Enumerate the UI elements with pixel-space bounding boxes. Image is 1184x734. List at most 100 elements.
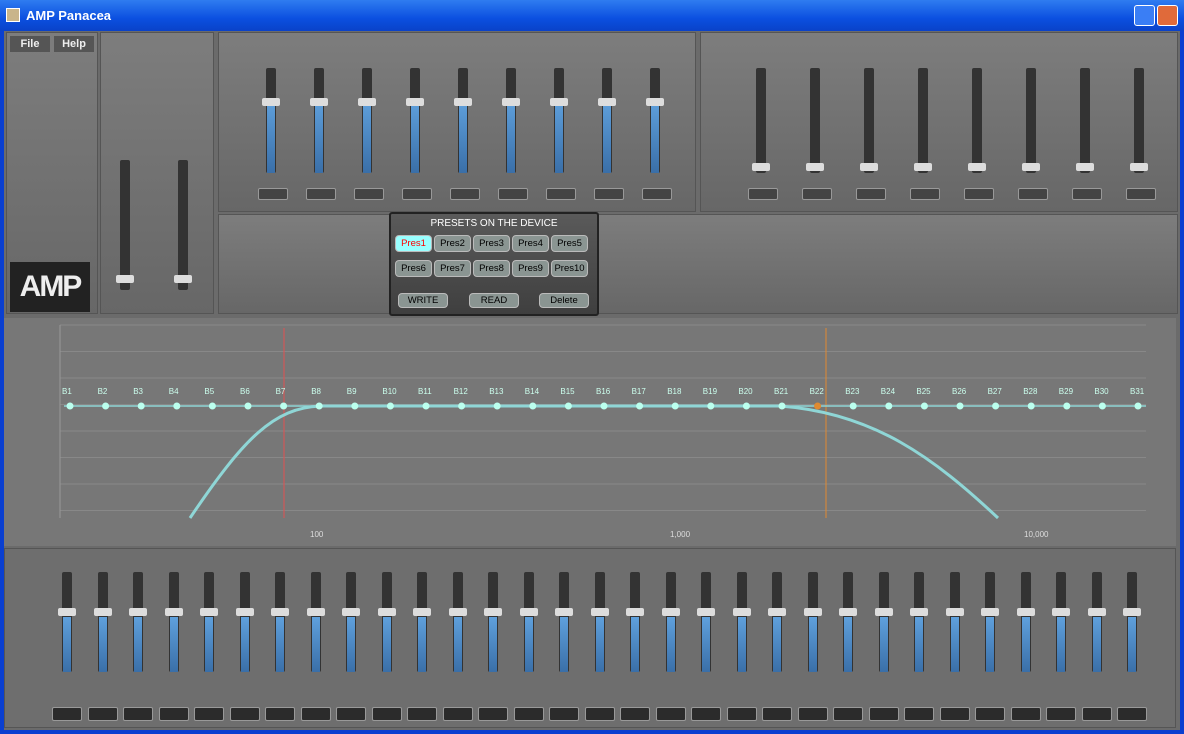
fader-knob[interactable] [874, 608, 893, 616]
fader-knob[interactable] [1123, 608, 1141, 616]
fader-knob[interactable] [413, 608, 431, 616]
fader-knob[interactable] [697, 608, 715, 616]
channel-mute-button[interactable] [498, 188, 528, 200]
eq-band-q-box[interactable] [797, 707, 828, 721]
band-point[interactable] [920, 402, 928, 410]
fader-knob[interactable] [981, 608, 999, 616]
fader-knob[interactable] [1052, 608, 1070, 616]
eq-band-fader[interactable] [413, 572, 431, 672]
channel-fader[interactable] [454, 68, 472, 173]
fader-knob[interactable] [1016, 608, 1035, 616]
output-fader[interactable] [1076, 68, 1094, 173]
eq-band-q-box[interactable] [939, 707, 970, 721]
band-point[interactable] [244, 402, 252, 410]
preset-button[interactable]: Pres5 [551, 235, 588, 252]
band-point[interactable] [956, 402, 964, 410]
band-point[interactable] [1098, 402, 1106, 410]
eq-band-fader[interactable] [448, 572, 467, 672]
output-fader[interactable] [1022, 68, 1040, 173]
fader-knob[interactable] [1076, 163, 1094, 171]
eq-band-q-box[interactable] [1046, 707, 1076, 721]
band-point[interactable] [351, 402, 359, 410]
channel-mute-button[interactable] [642, 188, 672, 200]
output-button[interactable] [802, 188, 832, 200]
fader-knob[interactable] [448, 608, 467, 616]
preset-button[interactable]: Pres1 [395, 235, 432, 252]
input-fader[interactable] [116, 160, 134, 290]
channel-fader[interactable] [598, 68, 616, 173]
channel-mute-button[interactable] [402, 188, 432, 200]
fader-knob[interactable] [129, 608, 147, 616]
channel-mute-button[interactable] [594, 188, 624, 200]
minimize-button[interactable] [1134, 5, 1155, 26]
fader-knob[interactable] [968, 163, 986, 171]
band-point[interactable] [315, 402, 323, 410]
preset-button[interactable]: Pres2 [434, 235, 471, 252]
eq-band-q-box[interactable] [265, 707, 295, 721]
fader-knob[interactable] [377, 608, 396, 616]
fader-knob[interactable] [310, 98, 328, 106]
eq-band-fader[interactable] [342, 572, 360, 672]
band-point[interactable] [280, 402, 288, 410]
fader-knob[interactable] [860, 163, 878, 171]
eq-band-fader[interactable] [1123, 572, 1141, 672]
fader-knob[interactable] [661, 608, 680, 616]
eq-band-q-box[interactable] [407, 707, 437, 721]
output-button[interactable] [1018, 188, 1048, 200]
eq-band-q-box[interactable] [123, 707, 153, 721]
output-button[interactable] [964, 188, 994, 200]
output-fader[interactable] [806, 68, 824, 173]
band-point[interactable] [707, 402, 715, 410]
band-point[interactable] [386, 402, 394, 410]
fader-knob[interactable] [910, 608, 928, 616]
band-point[interactable] [671, 402, 679, 410]
fader-knob[interactable] [200, 608, 218, 616]
eq-band-fader[interactable] [235, 572, 254, 672]
eq-band-q-box[interactable] [87, 707, 118, 721]
eq-band-fader[interactable] [484, 572, 502, 672]
eq-band-q-box[interactable] [336, 707, 366, 721]
band-point[interactable] [600, 402, 608, 410]
eq-band-fader[interactable] [200, 572, 218, 672]
eq-band-fader[interactable] [803, 572, 822, 672]
fader-knob[interactable] [306, 608, 325, 616]
channel-fader[interactable] [646, 68, 664, 173]
fader-knob[interactable] [555, 608, 573, 616]
input-fader[interactable] [174, 160, 192, 290]
fader-knob[interactable] [58, 608, 76, 616]
band-point[interactable] [564, 402, 572, 410]
output-fader[interactable] [1130, 68, 1148, 173]
fader-knob[interactable] [116, 275, 134, 283]
write-button[interactable]: WRITE [398, 293, 448, 308]
channel-mute-button[interactable] [258, 188, 288, 200]
eq-band-fader[interactable] [129, 572, 147, 672]
fader-knob[interactable] [598, 98, 616, 106]
fader-knob[interactable] [806, 163, 824, 171]
channel-mute-button[interactable] [546, 188, 576, 200]
eq-band-fader[interactable] [661, 572, 680, 672]
fader-knob[interactable] [550, 98, 568, 106]
eq-band-fader[interactable] [697, 572, 715, 672]
eq-band-fader[interactable] [58, 572, 76, 672]
band-point[interactable] [849, 402, 857, 410]
band-point[interactable] [1063, 402, 1071, 410]
output-button[interactable] [856, 188, 886, 200]
eq-band-q-box[interactable] [1117, 707, 1147, 721]
eq-band-fader[interactable] [874, 572, 893, 672]
eq-band-fader[interactable] [1052, 572, 1070, 672]
preset-button[interactable]: Pres7 [434, 260, 471, 277]
eq-band-q-box[interactable] [52, 707, 82, 721]
fader-knob[interactable] [93, 608, 112, 616]
eq-band-fader[interactable] [1016, 572, 1035, 672]
fader-knob[interactable] [519, 608, 538, 616]
eq-band-fader[interactable] [306, 572, 325, 672]
fader-knob[interactable] [803, 608, 822, 616]
output-fader[interactable] [860, 68, 878, 173]
eq-band-fader[interactable] [590, 572, 609, 672]
fader-knob[interactable] [626, 608, 644, 616]
eq-band-fader[interactable] [555, 572, 573, 672]
fader-knob[interactable] [271, 608, 289, 616]
preset-button[interactable]: Pres9 [512, 260, 549, 277]
eq-band-fader[interactable] [1087, 572, 1106, 672]
eq-band-q-box[interactable] [691, 707, 721, 721]
